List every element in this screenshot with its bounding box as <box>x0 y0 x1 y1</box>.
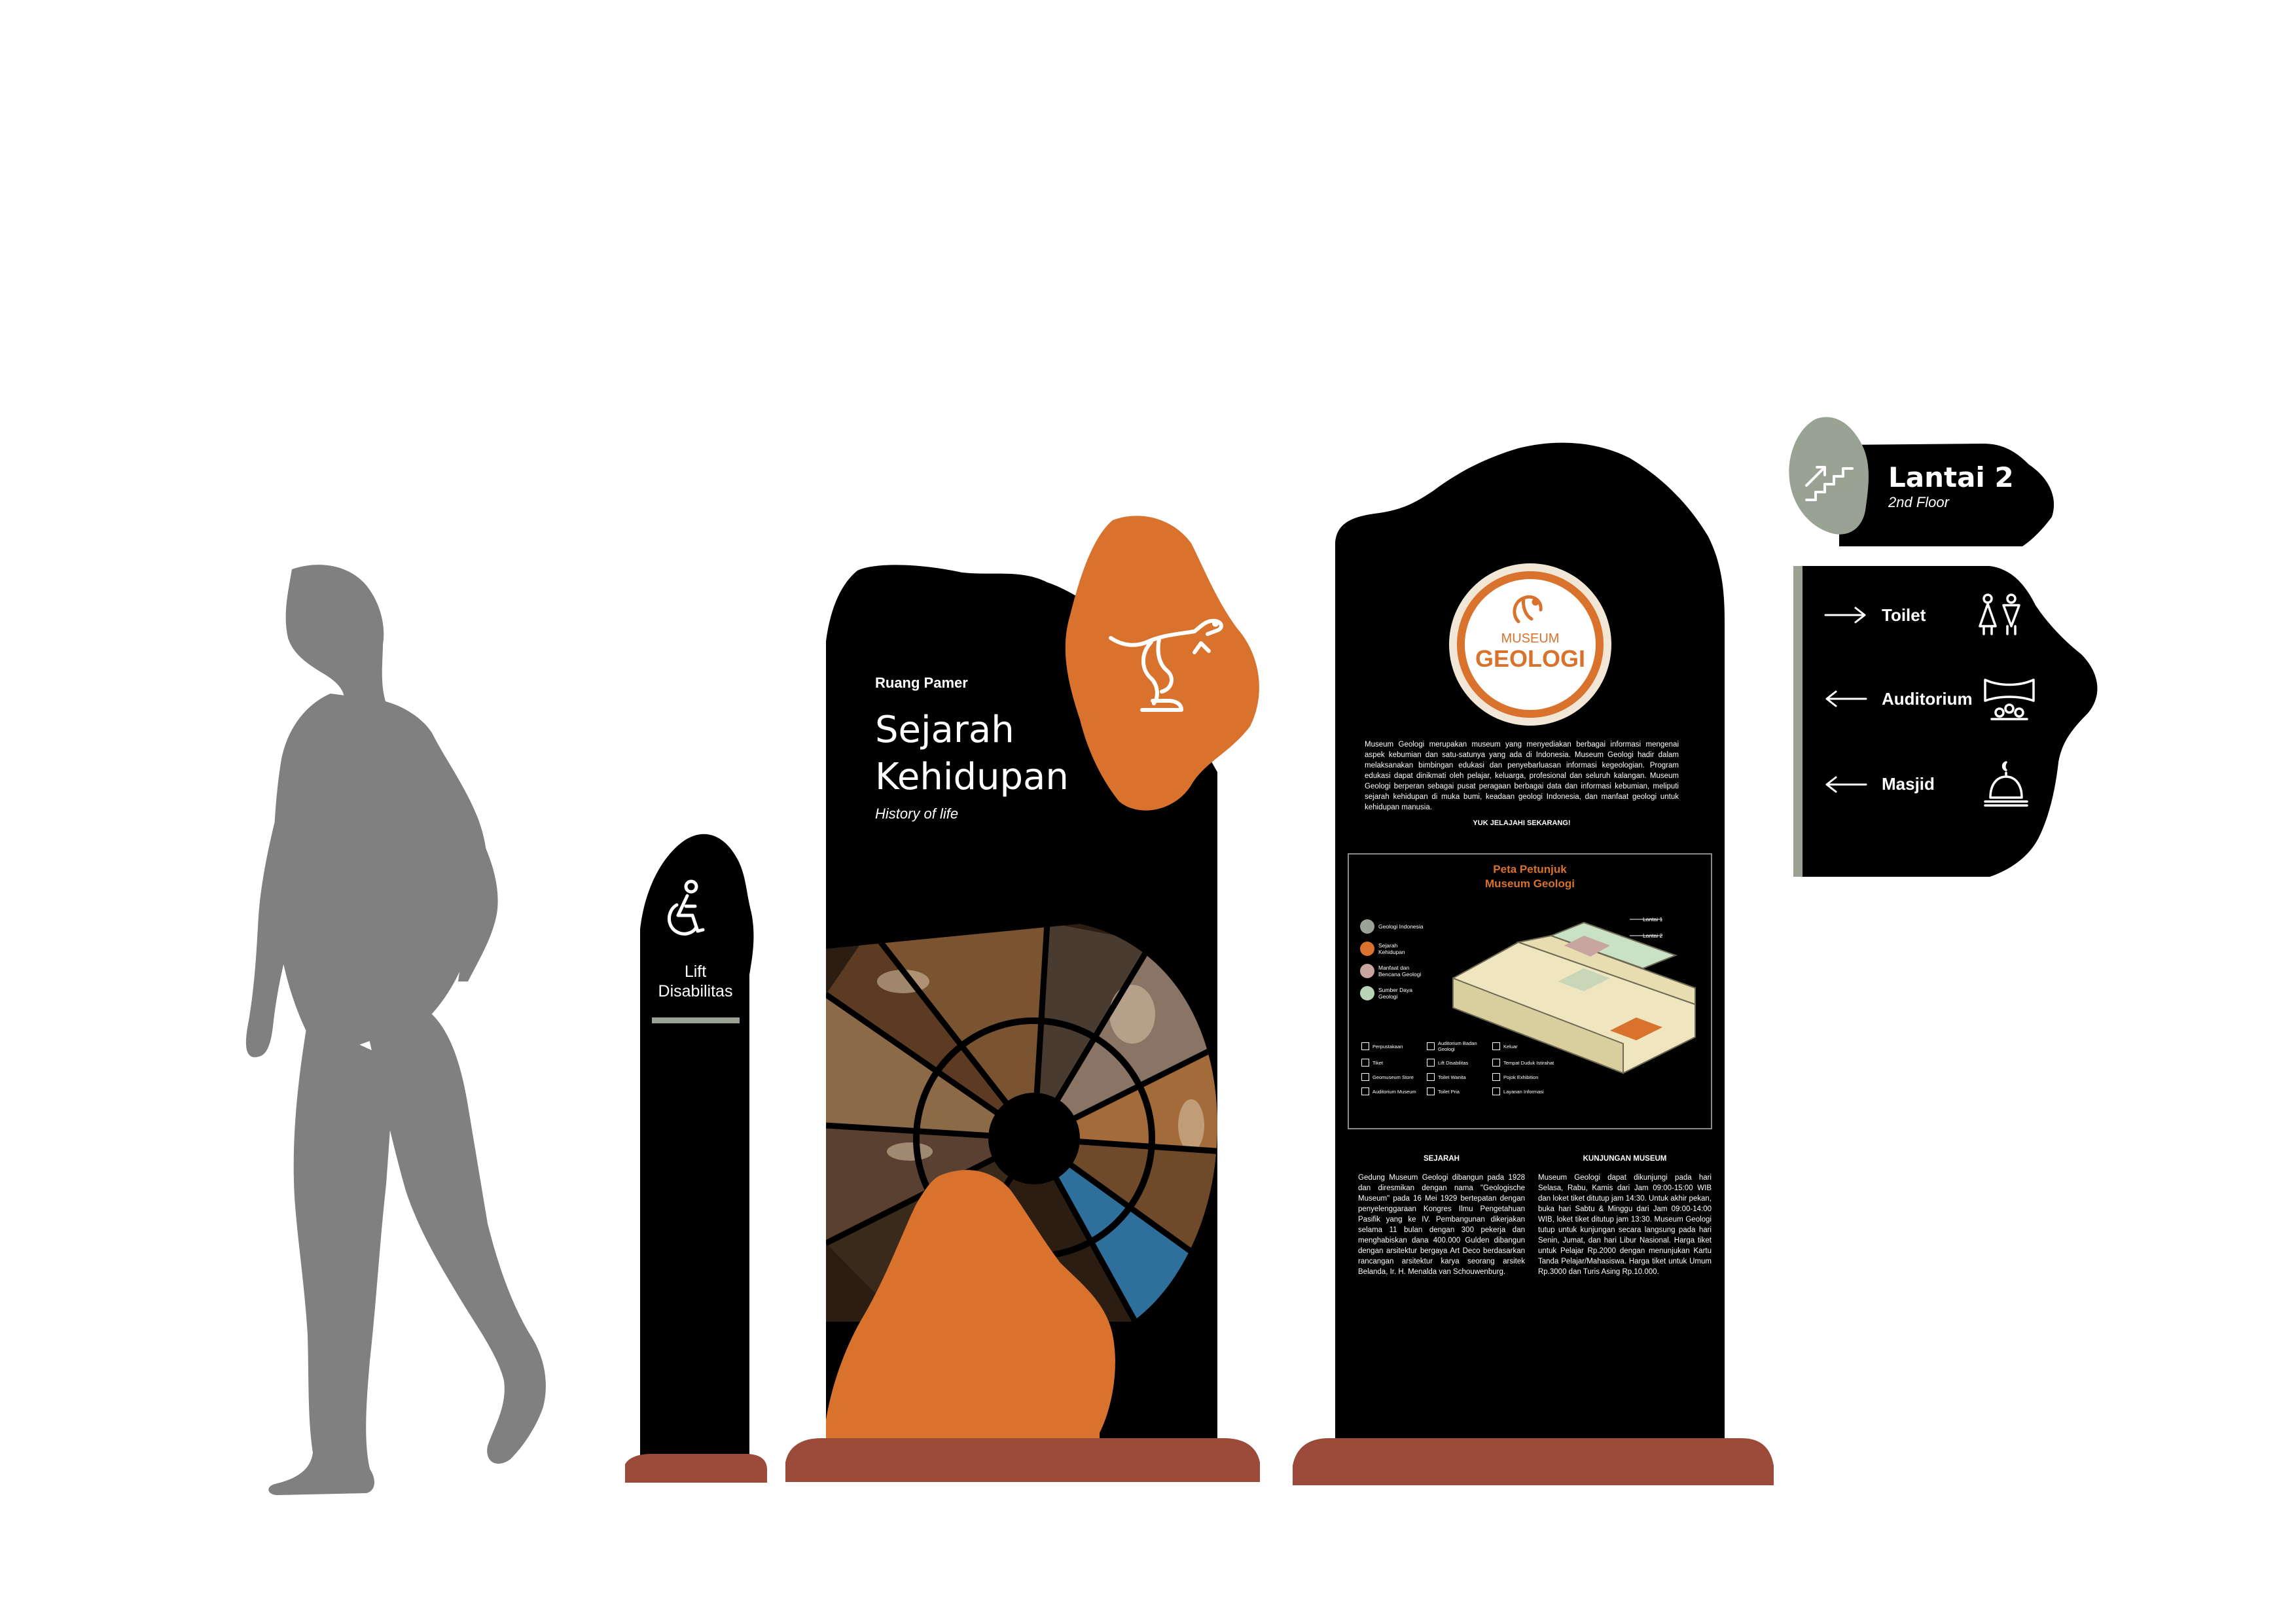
arrow-right-icon <box>1823 605 1869 625</box>
arrow-left-icon <box>1823 689 1869 709</box>
directional-sign-panel <box>1793 566 2098 877</box>
directional-item-toilet: Toilet <box>1823 592 2058 638</box>
directional-item-masjid: Masjid <box>1823 760 2058 809</box>
mosque-icon <box>1980 758 2032 811</box>
arrow-left-icon <box>1823 775 1869 794</box>
auditorium-icon <box>1980 675 2039 724</box>
directional-label-auditorium: Auditorium <box>1882 688 1973 709</box>
toilet-icon <box>1973 592 2026 638</box>
directional-label-toilet: Toilet <box>1882 605 1926 625</box>
directional-item-auditorium: Auditorium <box>1823 676 2058 722</box>
directional-label-masjid: Masjid <box>1882 774 1935 794</box>
directional-list: Toilet Auditorium Masjid <box>1823 592 2058 809</box>
